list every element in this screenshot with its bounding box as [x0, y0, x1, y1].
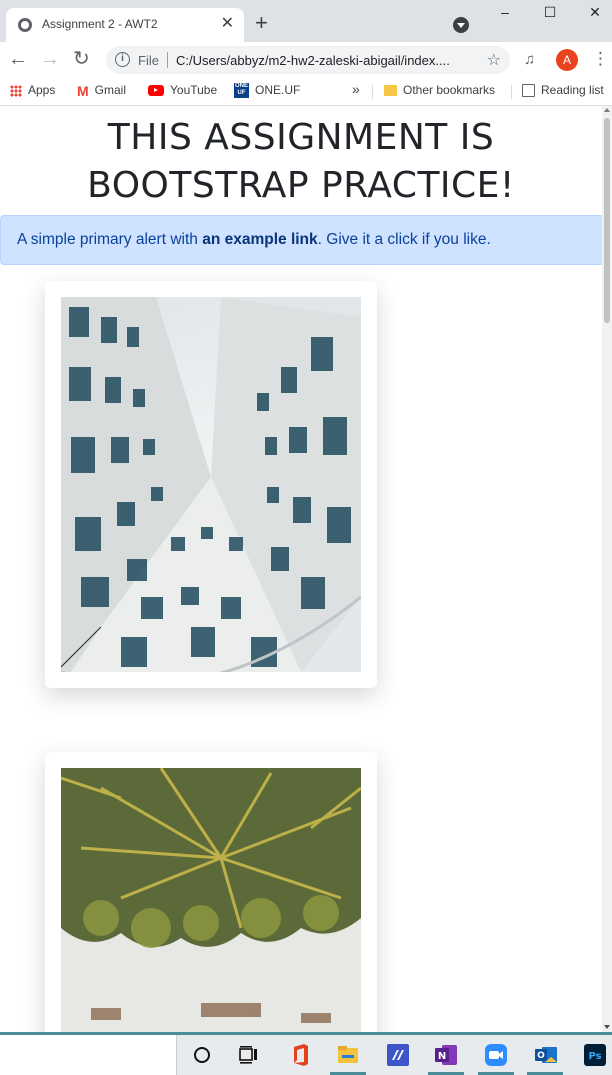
- back-button[interactable]: ←: [8, 48, 28, 70]
- divider: [372, 85, 373, 99]
- building-photo: [61, 297, 361, 672]
- bookmark-label: Reading list: [541, 83, 604, 97]
- youtube-icon: [148, 85, 164, 97]
- taskbar-search-box[interactable]: [0, 1035, 177, 1075]
- bookmark-star-icon[interactable]: ☆: [487, 50, 501, 70]
- building-photo-art: [61, 297, 361, 672]
- bookmark-oneuf[interactable]: ONE UF ONE.UF: [234, 83, 301, 99]
- image-card: [45, 281, 377, 688]
- tab-search-icon[interactable]: [453, 17, 469, 33]
- alert-text: . Give it a click if you like.: [317, 231, 491, 248]
- oneuf-icon: ONE UF: [234, 83, 249, 99]
- tab-strip: Assignment 2 - AWT2 ✕ + – ☐ ✕: [0, 0, 612, 42]
- new-tab-button[interactable]: +: [255, 11, 268, 35]
- profile-avatar[interactable]: A: [556, 49, 578, 71]
- palm-trees-photo: [61, 768, 361, 1032]
- scroll-down-icon[interactable]: [604, 1025, 610, 1029]
- url-text[interactable]: C:/Users/abbyz/m2-hw2-zaleski-abigail/in…: [176, 53, 450, 68]
- page-viewport: THIS ASSIGNMENT IS BOOTSTRAP PRACTICE! A…: [0, 106, 612, 1032]
- divider: [167, 52, 168, 68]
- media-control-icon[interactable]: ♫: [524, 51, 535, 68]
- windows-taskbar: N O Ps: [0, 1032, 612, 1075]
- photoshop-icon[interactable]: Ps: [583, 1043, 607, 1067]
- zoom-icon[interactable]: [484, 1043, 508, 1067]
- minimize-button[interactable]: –: [495, 4, 515, 20]
- alert-text: A simple primary alert with: [17, 231, 203, 248]
- apps-grid-icon: [10, 84, 22, 97]
- scroll-up-icon[interactable]: [604, 108, 610, 112]
- folder-icon: [384, 85, 397, 97]
- address-bar[interactable]: i File C:/Users/abbyz/m2-hw2-zaleski-abi…: [106, 46, 510, 74]
- info-icon[interactable]: i: [115, 52, 130, 67]
- reload-button[interactable]: ↻: [73, 48, 90, 70]
- bookmark-label: ONE.UF: [255, 83, 301, 97]
- bookmark-other[interactable]: Other bookmarks: [384, 83, 495, 97]
- maximize-button[interactable]: ☐: [540, 4, 560, 21]
- bookmarks-bar: Apps M Gmail YouTube ONE UF ONE.UF » Other …: [0, 78, 612, 106]
- bookmark-label: Other bookmarks: [403, 83, 496, 97]
- divider: [511, 85, 512, 99]
- primary-alert: A simple primary alert with an example l…: [0, 215, 604, 265]
- task-view-icon[interactable]: [237, 1043, 261, 1067]
- scheme-label: File: [138, 53, 159, 68]
- close-window-button[interactable]: ✕: [585, 4, 605, 21]
- bookmark-apps[interactable]: Apps: [10, 83, 55, 97]
- browser-toolbar: ← → ↻ i File C:/Users/abbyz/m2-hw2-zales…: [0, 42, 612, 78]
- browser-tab[interactable]: Assignment 2 - AWT2 ✕: [6, 8, 244, 42]
- bookmark-label: YouTube: [170, 83, 218, 97]
- globe-icon: [18, 18, 32, 32]
- tab-close-icon[interactable]: ✕: [221, 15, 234, 33]
- page-scrollbar[interactable]: [602, 106, 612, 1032]
- svg-text:N: N: [438, 1051, 446, 1062]
- bookmark-gmail[interactable]: M Gmail: [77, 83, 126, 99]
- svg-text:O: O: [537, 1051, 545, 1061]
- bookmark-label: Gmail: [94, 83, 127, 98]
- onenote-icon[interactable]: N: [434, 1043, 458, 1067]
- image-card: [45, 752, 377, 1032]
- alert-example-link[interactable]: an example link: [202, 231, 317, 248]
- visual-studio-icon[interactable]: [386, 1043, 410, 1067]
- tab-title: Assignment 2 - AWT2: [42, 17, 158, 31]
- bookmark-label: Apps: [28, 83, 56, 97]
- menu-icon[interactable]: ⋮: [592, 49, 609, 69]
- forward-button[interactable]: →: [40, 48, 60, 70]
- svg-text:Ps: Ps: [588, 1051, 601, 1062]
- office-icon[interactable]: [288, 1043, 312, 1067]
- reading-list-button[interactable]: Reading list: [522, 83, 604, 98]
- gmail-icon: M: [77, 83, 89, 99]
- cortana-icon[interactable]: [190, 1043, 214, 1067]
- file-explorer-icon[interactable]: [336, 1043, 360, 1067]
- palm-trees-photo-art: [61, 768, 361, 1032]
- page-title: THIS ASSIGNMENT IS BOOTSTRAP PRACTICE!: [87, 117, 515, 206]
- outlook-icon[interactable]: O: [534, 1043, 558, 1067]
- reading-list-icon: [522, 84, 535, 98]
- scrollbar-thumb[interactable]: [604, 118, 610, 323]
- bookmark-youtube[interactable]: YouTube: [148, 83, 217, 97]
- bookmarks-overflow-button[interactable]: »: [352, 81, 360, 97]
